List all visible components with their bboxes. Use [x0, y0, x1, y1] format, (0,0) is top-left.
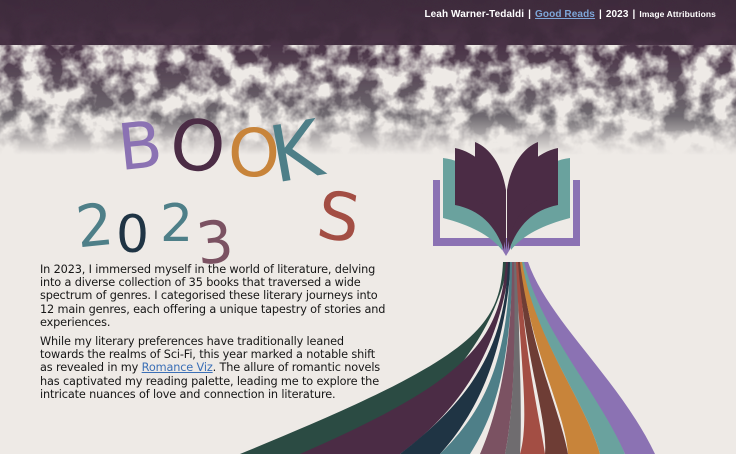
header-links: Leah Warner-Tedaldi | Good Reads | 2023 | Imag…	[424, 9, 716, 20]
page: Leah Warner-Tedaldi | Good Reads | 2023 | Imag…	[0, 0, 736, 454]
intro-paragraph-2: While my literary preferences have tradi…	[40, 335, 381, 401]
good-reads-link[interactable]: Good Reads	[535, 9, 595, 20]
image-attributions-link[interactable]: Image Attributions	[639, 9, 716, 19]
year-label: 2023	[605, 9, 629, 20]
intro-paragraph-1: In 2023, I immersed myself in the world …	[40, 263, 386, 329]
title-letter-b: B	[114, 108, 165, 186]
author-name: Leah Warner-Tedaldi	[424, 9, 525, 20]
year-digit-2a: 2	[73, 190, 117, 261]
year-digit-0: 0	[116, 205, 149, 265]
year-digit-2b: 2	[160, 194, 193, 254]
romance-viz-link[interactable]: Romance Viz	[142, 361, 213, 374]
title-letter-o1: O	[167, 103, 228, 189]
intro-text: In 2023, I immersed myself in the world …	[40, 263, 390, 407]
